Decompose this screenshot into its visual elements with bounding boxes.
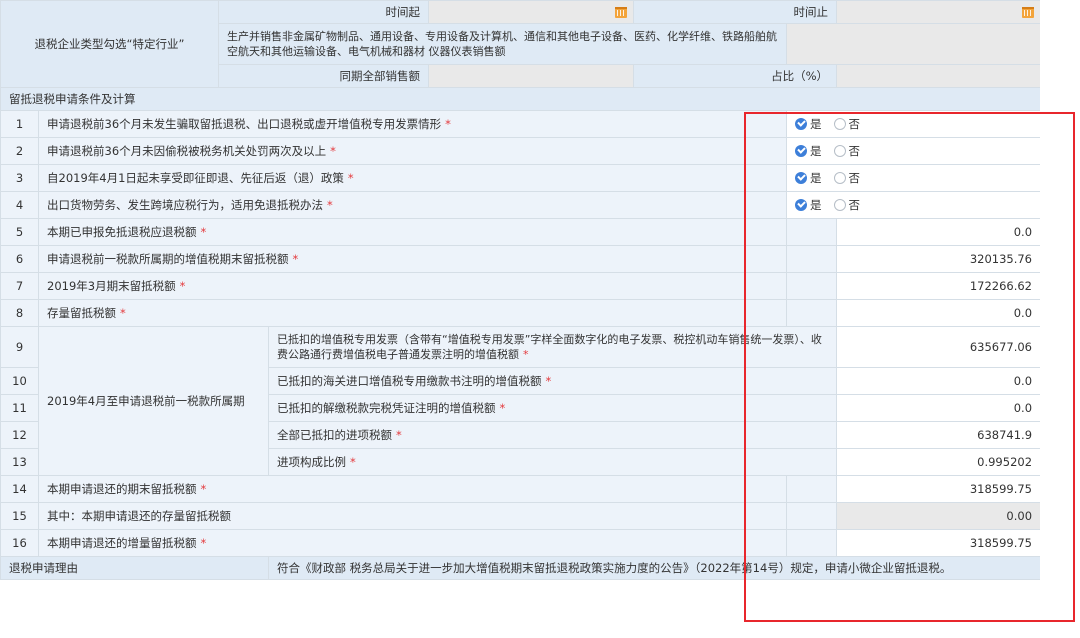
row-label: 已抵扣的海关进口增值税专用缴款书注明的增值税额 * — [268, 367, 838, 395]
row-number: 5 — [0, 218, 39, 246]
row-number: 15 — [0, 502, 39, 530]
row-label: 全部已抵扣的进项税额 * — [268, 421, 838, 449]
row-value-input[interactable]: 0.0 — [836, 299, 1042, 327]
total-sales-label: 同期全部销售额 — [218, 64, 430, 88]
radio-yes-checked-icon[interactable] — [795, 198, 808, 211]
radio-no-icon[interactable] — [833, 171, 846, 184]
reason-label: 退税申请理由 — [0, 556, 270, 580]
row-number: 4 — [0, 191, 39, 219]
row-label: 申请退税前一税款所属期的增值税期末留抵税额 * — [37, 245, 788, 273]
row-label: 本期已申报免抵退税应退税额 * — [37, 218, 788, 246]
calendar-icon[interactable] — [615, 7, 628, 18]
ratio-input[interactable] — [836, 64, 1042, 88]
row-label: 其中：本期申请退还的存量留抵税额 — [37, 502, 788, 530]
industry-description: 生产并销售非金属矿物制品、通用设备、专用设备及计算机、通信和其他电子设备、医药、… — [218, 23, 788, 65]
row-number: 16 — [0, 529, 39, 557]
row-number: 2 — [0, 137, 39, 165]
radio-group-3: 是否 — [786, 164, 1042, 192]
row-value-input[interactable]: 0.995202 — [836, 448, 1042, 476]
row-number: 14 — [0, 475, 39, 503]
section-title: 留抵退税申请条件及计算 — [0, 87, 1042, 111]
row-number: 11 — [0, 394, 39, 422]
radio-yes-checked-icon[interactable] — [795, 144, 808, 157]
page-margin — [1040, 0, 1080, 638]
row-value-input[interactable]: 318599.75 — [836, 475, 1042, 503]
row-label: 出口货物劳务、发生跨境应税行为，适用免退抵税办法 * — [37, 191, 788, 219]
row-number: 8 — [0, 299, 39, 327]
reason-text[interactable]: 符合《财政部 税务总局关于进一步加大增值税期末留抵退税政策实施力度的公告》（20… — [268, 556, 1042, 580]
row-label: 自2019年4月1日起未享受即征即退、先征后返（退）政策 * — [37, 164, 788, 192]
form-table: 退税企业类型勾选“特定行业” 时间起 时间止 生产并销售非金属矿物制品、通用设备… — [0, 0, 1042, 580]
row-number: 13 — [0, 448, 39, 476]
row-label: 存量留抵税额 * — [37, 299, 788, 327]
tax-refund-form: 退税企业类型勾选“特定行业” 时间起 时间止 生产并销售非金属矿物制品、通用设备… — [0, 0, 1042, 580]
radio-group-2: 是否 — [786, 137, 1042, 165]
ratio-label: 占比（%） — [633, 64, 838, 88]
special-industry-label: 退税企业类型勾选“特定行业” — [0, 0, 220, 88]
radio-no-icon[interactable] — [833, 198, 846, 211]
radio-no-icon[interactable] — [833, 117, 846, 130]
row-label: 进项构成比例 * — [268, 448, 838, 476]
time-start-label: 时间起 — [218, 0, 430, 24]
row-value-input[interactable]: 0.0 — [836, 367, 1042, 395]
row-label: 本期申请退还的期末留抵税额 * — [37, 475, 788, 503]
time-end-label: 时间止 — [633, 0, 838, 24]
radio-yes-checked-icon[interactable] — [795, 171, 808, 184]
radio-yes-label[interactable]: 是 — [810, 143, 822, 159]
row-number: 12 — [0, 421, 39, 449]
row-number: 9 — [0, 326, 39, 368]
row-value-readonly: 0.00 — [836, 502, 1042, 530]
row-number: 3 — [0, 164, 39, 192]
row-value-input[interactable]: 318599.75 — [836, 529, 1042, 557]
radio-no-icon[interactable] — [833, 144, 846, 157]
time-end-input[interactable] — [836, 0, 1042, 24]
radio-yes-label[interactable]: 是 — [810, 170, 822, 186]
row-number: 7 — [0, 272, 39, 300]
row-value-input[interactable]: 0.0 — [836, 394, 1042, 422]
radio-yes-label[interactable]: 是 — [810, 116, 822, 132]
radio-no-label[interactable]: 否 — [849, 116, 861, 132]
row-number: 10 — [0, 367, 39, 395]
row-value-input[interactable]: 0.0 — [836, 218, 1042, 246]
calendar-icon[interactable] — [1022, 7, 1035, 18]
row-value-input[interactable]: 635677.06 — [836, 326, 1042, 368]
row-number: 6 — [0, 245, 39, 273]
row-label: 申请退税前36个月未发生骗取留抵退税、出口退税或虚开增值税专用发票情形 * — [37, 110, 788, 138]
row-number: 1 — [0, 110, 39, 138]
total-sales-input[interactable] — [428, 64, 635, 88]
sub-group-label: 2019年4月至申请退税前一税款所属期 — [37, 326, 270, 476]
radio-no-label[interactable]: 否 — [849, 197, 861, 213]
row-value-input[interactable]: 638741.9 — [836, 421, 1042, 449]
row-label: 2019年3月期末留抵税额 * — [37, 272, 788, 300]
row-label: 已抵扣的增值税专用发票（含带有“增值税专用发票”字样全面数字化的电子发票、税控机… — [268, 326, 838, 368]
row-label: 本期申请退还的增量留抵税额 * — [37, 529, 788, 557]
radio-group-4: 是否 — [786, 191, 1042, 219]
time-start-input[interactable] — [428, 0, 635, 24]
row-value-input[interactable]: 172266.62 — [836, 272, 1042, 300]
row-value-input[interactable]: 320135.76 — [836, 245, 1042, 273]
radio-no-label[interactable]: 否 — [849, 143, 861, 159]
row-label: 已抵扣的解缴税款完税凭证注明的增值税额 * — [268, 394, 838, 422]
radio-yes-label[interactable]: 是 — [810, 197, 822, 213]
radio-no-label[interactable]: 否 — [849, 170, 861, 186]
industry-sales-input[interactable] — [786, 23, 1042, 65]
radio-group-1: 是否 — [786, 110, 1042, 138]
radio-yes-checked-icon[interactable] — [795, 117, 808, 130]
row-label: 申请退税前36个月未因偷税被税务机关处罚两次及以上 * — [37, 137, 788, 165]
